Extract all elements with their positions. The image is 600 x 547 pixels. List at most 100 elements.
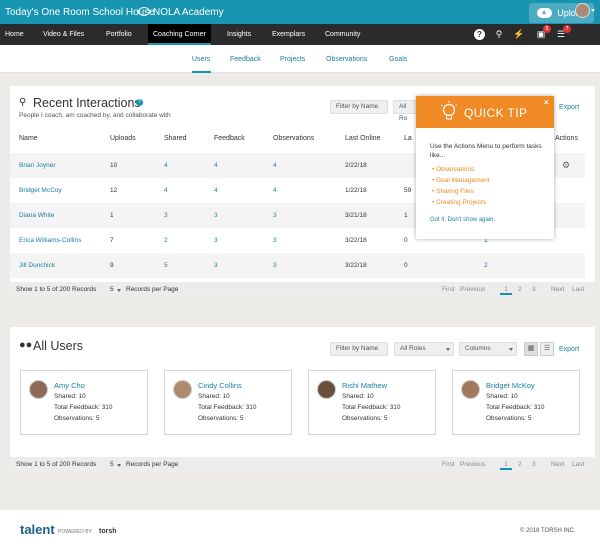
cell-name[interactable]: Bridget McCoy [19, 187, 62, 194]
page-3[interactable]: 3 [532, 286, 536, 293]
filter-by-name-input[interactable]: Filter by Name [330, 100, 388, 114]
nav-community[interactable]: Community [320, 24, 365, 45]
tab-goals[interactable]: Goals [389, 56, 407, 63]
tab-projects[interactable]: Projects [280, 56, 305, 63]
cell-observations[interactable]: 4 [273, 162, 277, 169]
cell-shared[interactable]: 4 [164, 162, 168, 169]
cell-name[interactable]: Diana White [19, 212, 54, 219]
col-last[interactable]: La [404, 135, 412, 142]
cell-observations[interactable]: 3 [273, 212, 277, 219]
tasks-icon[interactable]: ▣ 5 [535, 25, 551, 40]
per-page-select[interactable]: 5 [110, 461, 114, 468]
cell-last-online: 3/22/18 [345, 237, 367, 244]
search-icon[interactable]: ⚲ [493, 28, 505, 40]
cell-shared[interactable]: 3 [164, 212, 168, 219]
roles-select[interactable]: All Ro [393, 100, 417, 122]
cell-extra[interactable]: 2 [484, 262, 488, 269]
col-name[interactable]: Name [19, 135, 38, 142]
user-card[interactable]: Rishi Mathew Shared: 10 Total Feedback: 31… [308, 370, 436, 435]
tab-users[interactable]: Users [192, 56, 210, 63]
last-page-link[interactable]: Last [572, 286, 584, 293]
school-name: Today's One Room School House [5, 7, 155, 18]
dismiss-tip-link[interactable]: Got it. Don't show again. [430, 217, 495, 223]
page-2[interactable]: 2 [518, 461, 522, 468]
page-2[interactable]: 2 [518, 286, 522, 293]
per-page-select[interactable]: 5 [110, 286, 114, 293]
info-icon[interactable]: ? [136, 99, 143, 106]
previous-page-link[interactable]: Previous [460, 461, 485, 468]
cell-shared[interactable]: 2 [164, 237, 168, 244]
previous-page-link[interactable]: Previous [460, 286, 485, 293]
cell-observations[interactable]: 3 [273, 262, 277, 269]
nav-coaching-corner[interactable]: Coaching Corner [148, 24, 211, 45]
help-icon[interactable]: ? [474, 29, 485, 40]
lightning-icon[interactable]: ⚡ [513, 28, 525, 40]
first-page-link[interactable]: First [442, 286, 455, 293]
nav-video-files[interactable]: Video & Files [38, 24, 89, 45]
tab-observations[interactable]: Observations [326, 56, 367, 63]
first-page-link[interactable]: First [442, 461, 455, 468]
cell-observations[interactable]: 3 [273, 237, 277, 244]
user-name-link[interactable]: Bridget McKoy [486, 381, 535, 390]
chevron-down-icon[interactable] [509, 348, 513, 351]
page-1[interactable]: 1 [500, 461, 512, 470]
next-page-link[interactable]: Next [551, 461, 564, 468]
chevron-down-icon[interactable] [117, 289, 121, 292]
gear-icon[interactable]: ⚙ [562, 160, 570, 171]
user-name-link[interactable]: Cindy Collins [198, 381, 242, 390]
cell-feedback[interactable]: 4 [214, 162, 218, 169]
card-stat-observations: Observations: 5 [198, 415, 244, 422]
user-card[interactable]: Amy Cho Shared: 10 Total Feedback: 310 Obse… [20, 370, 148, 435]
export-link[interactable]: Export [559, 104, 579, 111]
cell-feedback[interactable]: 4 [214, 187, 218, 194]
user-name-link[interactable]: Rishi Mathew [342, 381, 387, 390]
recent-subtitle: People I coach, am coached by, and colla… [19, 112, 171, 119]
nav-exemplars[interactable]: Exemplars [267, 24, 310, 45]
cell-observations[interactable]: 4 [273, 187, 277, 194]
cell-feedback[interactable]: 3 [214, 237, 218, 244]
list-view-icon[interactable]: ☰ [540, 342, 554, 356]
notifications-icon[interactable]: ☰ 7 [555, 25, 571, 40]
nav-portfolio[interactable]: Portfolio [101, 24, 137, 45]
quick-tip-popover: QUICK TIP × Use the Actions Menu to perf… [416, 96, 554, 239]
cell-shared[interactable]: 4 [164, 187, 168, 194]
records-summary: Show 1 to 5 of 200 Records [16, 461, 97, 468]
chevron-down-icon[interactable] [117, 464, 121, 467]
nav-home[interactable]: Home [0, 24, 29, 45]
user-card[interactable]: Bridget McKoy Shared: 10 Total Feedback: 3… [452, 370, 580, 435]
grid-view-icon[interactable]: ▦ [524, 342, 538, 356]
card-stat-total-feedback: Total Feedback: 310 [486, 404, 545, 411]
tab-feedback[interactable]: Feedback [230, 56, 261, 63]
tip-item-goal-management[interactable]: • Goal Management [432, 177, 490, 184]
tip-item-sharing-files[interactable]: • Sharing Files [432, 188, 474, 195]
chevron-down-icon[interactable] [446, 348, 450, 351]
col-last-online[interactable]: Last Online [345, 135, 380, 142]
col-shared[interactable]: Shared [164, 135, 187, 142]
tip-item-creating-projects[interactable]: • Creating Projects [432, 199, 486, 206]
nav-insights[interactable]: Insights [222, 24, 256, 45]
users-filter-input[interactable]: Filter by Name [330, 342, 388, 356]
cell-feedback[interactable]: 3 [214, 262, 218, 269]
next-page-link[interactable]: Next [551, 286, 564, 293]
cell-name[interactable]: Brian Joyner [19, 162, 56, 169]
tip-item-observations[interactable]: • Observations [432, 166, 474, 173]
page-3[interactable]: 3 [532, 461, 536, 468]
users-roles-select[interactable]: All Roles [394, 342, 454, 356]
user-name-link[interactable]: Amy Cho [54, 381, 85, 390]
chevron-down-icon[interactable] [591, 9, 595, 12]
last-page-link[interactable]: Last [572, 461, 584, 468]
col-feedback[interactable]: Feedback [214, 135, 245, 142]
user-avatar[interactable] [575, 3, 590, 18]
users-export-link[interactable]: Export [559, 346, 579, 353]
col-uploads[interactable]: Uploads [110, 135, 136, 142]
close-icon[interactable]: × [544, 98, 549, 107]
cell-last-online: 3/22/18 [345, 262, 367, 269]
cell-feedback[interactable]: 3 [214, 212, 218, 219]
page-1[interactable]: 1 [500, 286, 512, 295]
col-observations[interactable]: Observations [273, 135, 314, 142]
cell-shared[interactable]: 5 [164, 262, 168, 269]
academy-name[interactable]: NOLA Academy [153, 7, 224, 18]
user-card[interactable]: Cindy Collins Shared: 10 Total Feedback: 3… [164, 370, 292, 435]
cell-name[interactable]: Erica Williams-Collins [19, 237, 81, 244]
cell-name[interactable]: Jill Dunchick [19, 262, 55, 269]
